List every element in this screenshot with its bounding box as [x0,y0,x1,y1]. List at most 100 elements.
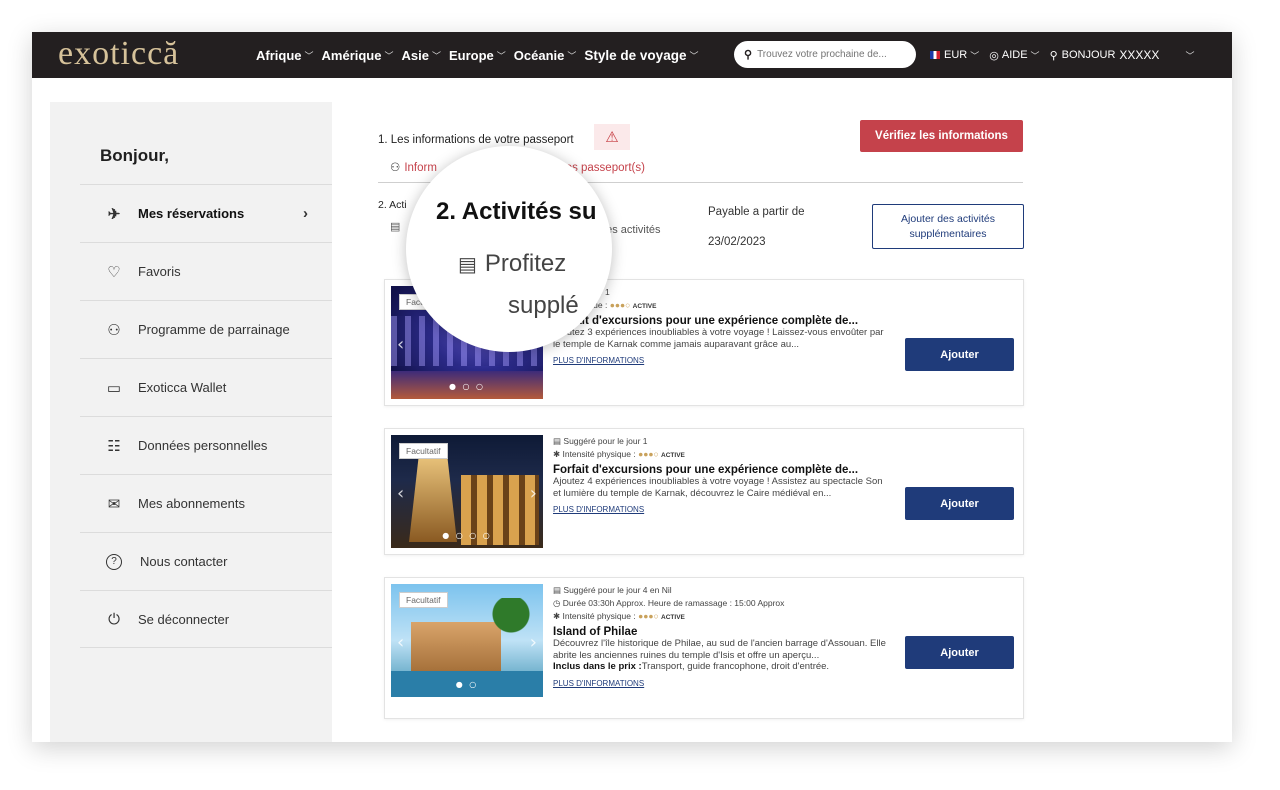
add-activity-button[interactable]: Ajouter [905,636,1014,669]
sidebar-menu: ✈ Mes réservations › ♡ Favoris ⚇ Program… [80,184,332,648]
activity-card: Facultatif ‹ › ● ○ ▤ Suggéré pour le jou… [384,577,1024,719]
add-activity-button[interactable]: Ajouter [905,487,1014,520]
nav-asie[interactable]: Asie ﹀ [402,48,441,63]
more-info-link[interactable]: PLUS D'INFORMATIONS [553,356,644,365]
exoticca-logo[interactable]: exoticcă [58,34,179,74]
included-value: Transport, guide francophone, droit d'en… [641,661,830,672]
carousel-prev-icon[interactable]: ‹ [397,334,404,355]
help-menu[interactable]: ◎ AIDE ﹀ [989,49,1039,62]
magnified-subtitle: ▤ Profitez [458,250,566,278]
sidebar-item-label: Nous contacter [140,554,228,569]
currency-selector[interactable]: EUR ﹀ [930,49,979,62]
sidebar-item-wallet[interactable]: ▭ Exoticca Wallet [80,358,332,416]
add-user-icon: ⚇ [107,321,121,339]
activity-details: ▤ Suggéré pour le jour 4 en Nil ◷ Durée … [553,584,893,691]
intensity-level: ACTIVE [632,303,657,310]
user-icon: ⚲ [1049,49,1058,62]
ticket-icon: ▤ [390,221,401,233]
main-nav: Afrique ﹀ Amérique ﹀ Asie ﹀ Europe ﹀ Océanie… [256,32,706,78]
activity-description: Découvrez l'île historique de Philae, au… [553,638,886,661]
payable-date: 23/02/2023 [708,236,766,248]
activity-image[interactable]: Facultatif ‹ › ● ○ [391,584,543,697]
globe-plane-icon: ✈ [107,205,121,223]
sidebar-item-abonnements[interactable]: ✉ Mes abonnements [80,474,332,532]
activity-details: ▤ Suggéré pour le jour 1 ✱ Intensité phy… [553,435,893,517]
ticket-icon: ▤ [458,254,477,276]
optional-tag: Facultatif [399,443,448,459]
sidebar-item-label: Favoris [138,264,181,279]
carousel-prev-icon[interactable]: ‹ [397,483,404,504]
add-activity-button[interactable]: Ajouter [905,338,1014,371]
magnified-line2: supplé [508,292,579,319]
carousel-next-icon[interactable]: › [530,483,537,504]
nav-label: Océanie [513,47,565,63]
philae-temple-decor [411,622,501,672]
calendar-icon: ▤ [553,585,564,595]
intensity-dots: ●●●○ [638,611,659,621]
sidebar-item-favoris[interactable]: ♡ Favoris [80,242,332,300]
intensity-dots: ●●●○ [609,300,631,310]
search-input[interactable] [757,49,908,60]
magnified-line1: Profitez [484,250,567,277]
activity-description: Ajoutez 3 expériences inoubliables à vot… [553,327,884,350]
chevron-down-icon: ﹀ [1030,50,1040,61]
envelope-icon: ✉ [107,495,121,513]
calendar-icon: ▤ [553,436,564,446]
account-menu[interactable]: ⚲ BONJOUR XXXXX ﹀ [1050,48,1195,62]
more-info-link[interactable]: PLUS D'INFORMATIONS [553,505,644,514]
activity-image[interactable]: Facultatif ‹ › ● ○ ○ ○ [391,435,543,548]
payable-label: Payable a partir de [708,206,805,218]
sidebar-item-deconnecter[interactable]: ⏻ Se déconnecter [80,590,332,648]
sidebar-item-label: Mes abonnements [138,496,245,511]
intensity-row: sité physique : ●●●○ ACTIVE [553,299,893,313]
nav-style-de-voyage[interactable]: Style de voyage ﹀ [584,48,698,63]
sidebar-item-reservations[interactable]: ✈ Mes réservations › [80,184,332,242]
obelisk-decor [409,457,457,542]
optional-tag: Facultatif [399,592,448,608]
wallet-icon: ▭ [106,379,122,397]
sidebar-item-donnees[interactable]: ☷ Données personnelles [80,416,332,474]
activity-details: é pour le jour 1 sité physique : ●●●○ AC… [553,286,893,368]
logout-icon: ⏻ [108,610,120,628]
nav-oceanie[interactable]: Océanie ﹀ [514,48,577,63]
account-sidebar: Bonjour, ✈ Mes réservations › ♡ Favoris … [50,102,332,742]
intensity-level: ACTIVE [661,614,685,621]
suggested-day: ▤ Suggéré pour le jour 1 [553,435,893,448]
user-nav: EUR ﹀ ◎ AIDE ﹀ ⚲ BONJOUR XXXXX ﹀ [930,32,1204,78]
activities-section-title: 2. Acti [378,199,407,211]
chevron-down-icon: ﹀ [496,50,506,61]
france-flag-icon [930,51,940,59]
username-label: XXXXX [1119,48,1160,62]
add-activities-button[interactable]: Ajouter des activités supplémentaires [872,204,1024,249]
intensity-label: Intensité physique : [562,611,636,621]
top-navigation-bar: exoticcă Afrique ﹀ Amérique ﹀ Asie ﹀ Europe… [32,32,1232,78]
help-label: AIDE [1001,49,1028,61]
chevron-down-icon: ﹀ [689,50,699,61]
carousel-dots: ● ○ ○ [448,382,486,391]
id-card-icon: ☷ [107,437,121,455]
question-icon: ? [106,553,122,570]
nav-europe[interactable]: Europe ﹀ [449,48,506,63]
carousel-prev-icon[interactable]: ‹ [397,632,404,653]
sidebar-item-contact[interactable]: ? Nous contacter [80,532,332,590]
search-icon: ⚲ [744,49,753,61]
carousel-dots: ● ○ [455,680,479,689]
sidebar-item-parrainage[interactable]: ⚇ Programme de parrainage [80,300,332,358]
intensity-level: ACTIVE [661,452,685,459]
nav-amerique[interactable]: Amérique ﹀ [322,48,394,63]
carousel-next-icon[interactable]: › [530,632,537,653]
suggested-day: ▤ Suggéré pour le jour 4 en Nil [553,584,893,597]
duration-label: Durée 03:30h Approx. Heure de ramassage … [562,598,785,608]
activity-title: Forfait d'excursions pour une expérience… [553,464,859,476]
more-info-link[interactable]: PLUS D'INFORMATIONS [553,679,644,688]
nav-afrique[interactable]: Afrique ﹀ [256,48,314,63]
sidebar-item-label: Se déconnecter [138,611,230,627]
duration-row: ◷ Durée 03:30h Approx. Heure de ramassag… [553,597,893,610]
sidebar-item-label: Données personnelles [138,438,268,453]
nav-label: Amérique [321,47,382,63]
included-label: Inclus dans le prix : [553,661,642,672]
chevron-right-icon: › [303,205,308,222]
verify-info-button[interactable]: Vérifiez les informations [860,120,1023,152]
greeting-heading: Bonjour, [100,146,169,165]
search-box[interactable]: ⚲ [734,41,916,68]
